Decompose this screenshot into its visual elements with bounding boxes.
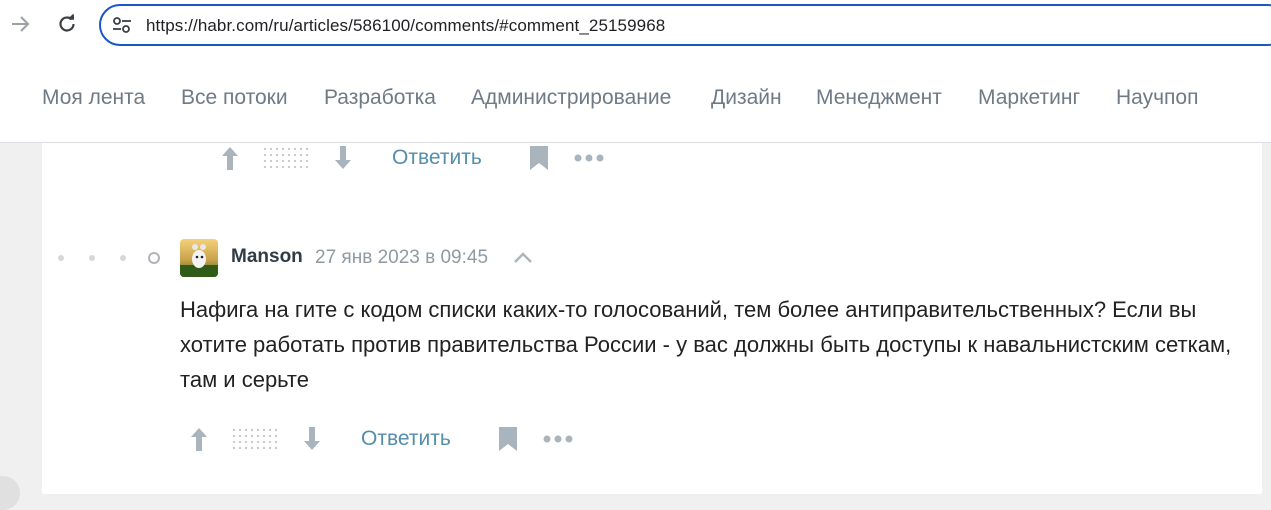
more-button[interactable] bbox=[542, 431, 574, 447]
nav-item-popsci[interactable]: Научпоп bbox=[1116, 86, 1198, 110]
comment-timestamp[interactable]: 27 янв 2023 в 09:45 bbox=[315, 247, 488, 269]
arrow-down-icon bbox=[335, 146, 351, 169]
arrow-up-icon bbox=[191, 428, 207, 451]
thread-dot-current[interactable] bbox=[148, 252, 160, 264]
score-hidden bbox=[262, 146, 310, 170]
tune-icon[interactable] bbox=[111, 16, 133, 34]
vote-up-button[interactable] bbox=[218, 144, 242, 172]
comment-author[interactable]: Manson bbox=[231, 246, 303, 268]
address-bar[interactable]: https://habr.com/ru/articles/586100/comm… bbox=[99, 4, 1271, 46]
reply-button[interactable]: Ответить bbox=[392, 146, 482, 170]
thread-dot[interactable] bbox=[120, 255, 126, 261]
score-hidden bbox=[231, 427, 279, 451]
nav-item-administration[interactable]: Администрирование bbox=[471, 86, 671, 110]
chevron-up-icon bbox=[514, 252, 532, 263]
comment-text: Нафига на гите с кодом списки каких-то г… bbox=[180, 297, 1232, 392]
reply-button[interactable]: Ответить bbox=[361, 427, 451, 451]
page-gutter bbox=[0, 143, 42, 494]
reload-icon bbox=[59, 13, 75, 32]
vote-down-button[interactable] bbox=[300, 425, 324, 453]
more-dots-icon bbox=[574, 154, 604, 162]
nav-item-all-flows[interactable]: Все потоки bbox=[181, 86, 288, 110]
bookmark-icon bbox=[530, 146, 548, 170]
arrow-down-icon bbox=[304, 427, 320, 450]
thread-dot[interactable] bbox=[89, 255, 95, 261]
nav-item-design[interactable]: Дизайн bbox=[711, 86, 782, 110]
vote-down-button[interactable] bbox=[331, 144, 355, 172]
avatar[interactable] bbox=[180, 239, 218, 277]
thread-dot[interactable] bbox=[58, 255, 64, 261]
avatar-image bbox=[180, 239, 218, 277]
browser-toolbar: https://habr.com/ru/articles/586100/comm… bbox=[0, 0, 1271, 53]
nav-item-marketing[interactable]: Маркетинг bbox=[978, 86, 1080, 110]
vote-up-button[interactable] bbox=[187, 425, 211, 453]
arrow-up-icon bbox=[222, 147, 238, 170]
nav-item-development[interactable]: Разработка bbox=[324, 86, 436, 110]
nav-item-my-feed[interactable]: Моя лента bbox=[42, 86, 145, 110]
habr-flows-nav: Моя лента Все потоки Разработка Админист… bbox=[0, 53, 1271, 143]
arrow-left-icon bbox=[12, 16, 30, 32]
reload-button[interactable] bbox=[54, 11, 80, 37]
back-button[interactable] bbox=[8, 11, 34, 37]
nav-item-management[interactable]: Менеджмент bbox=[816, 86, 942, 110]
collapse-button[interactable] bbox=[511, 249, 535, 267]
url-text[interactable]: https://habr.com/ru/articles/586100/comm… bbox=[146, 16, 665, 36]
bookmark-button[interactable] bbox=[497, 426, 519, 452]
bookmark-button[interactable] bbox=[528, 145, 550, 171]
more-dots-icon bbox=[543, 435, 573, 443]
more-button[interactable] bbox=[573, 150, 605, 166]
bookmark-icon bbox=[499, 427, 517, 451]
